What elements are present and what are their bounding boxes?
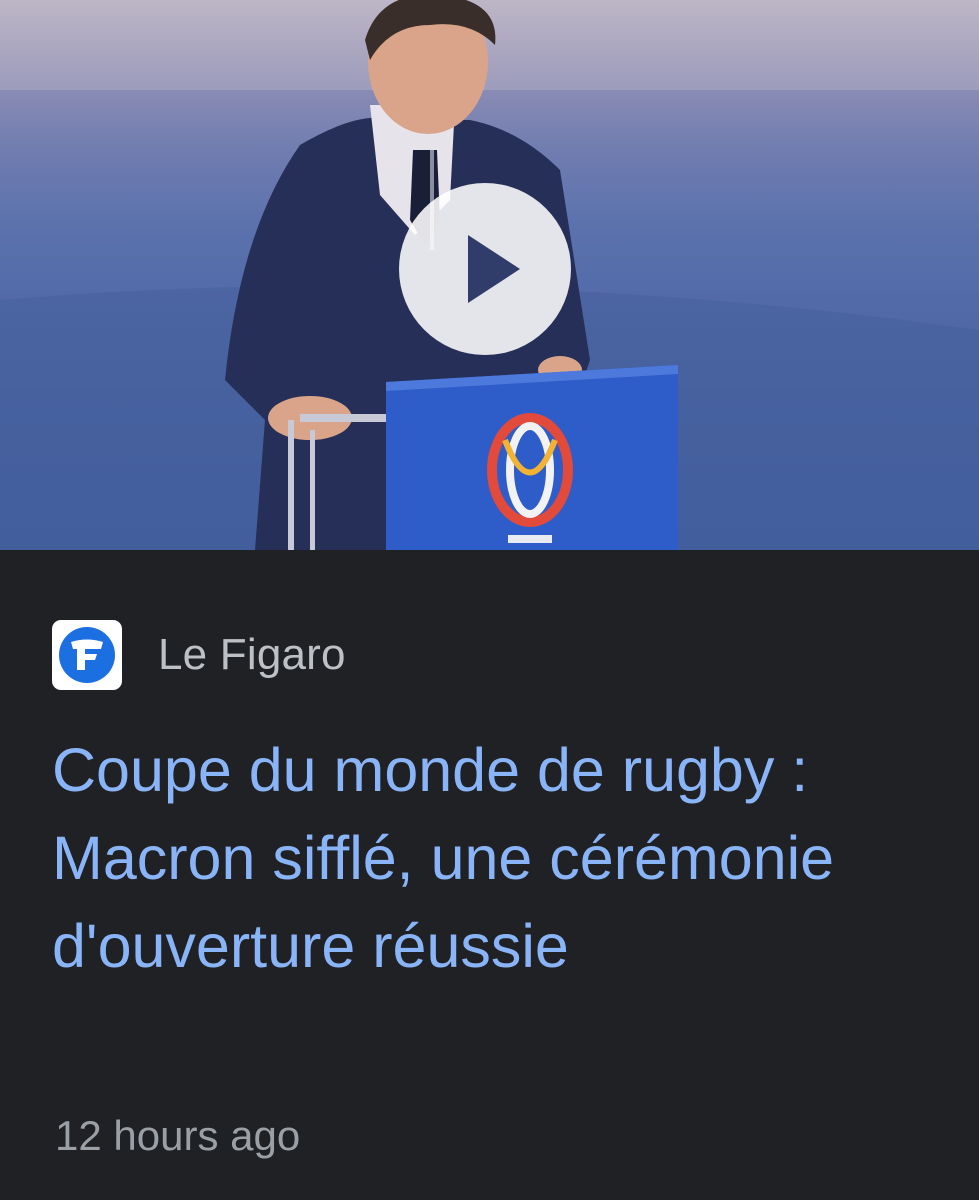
play-button[interactable] [399, 183, 571, 355]
video-thumbnail[interactable] [0, 0, 979, 550]
article-timestamp: 12 hours ago [55, 1112, 301, 1159]
figaro-f-glyph [71, 639, 103, 670]
article-headline[interactable]: Coupe du monde de rugby : Macron sifflé,… [52, 726, 932, 990]
news-card[interactable]: Le Figaro Coupe du monde de rugby : Macr… [0, 0, 979, 1200]
source-row[interactable]: Le Figaro [52, 620, 346, 690]
source-name: Le Figaro [158, 630, 346, 679]
play-icon [468, 235, 520, 303]
le-figaro-logo-icon [52, 620, 122, 690]
